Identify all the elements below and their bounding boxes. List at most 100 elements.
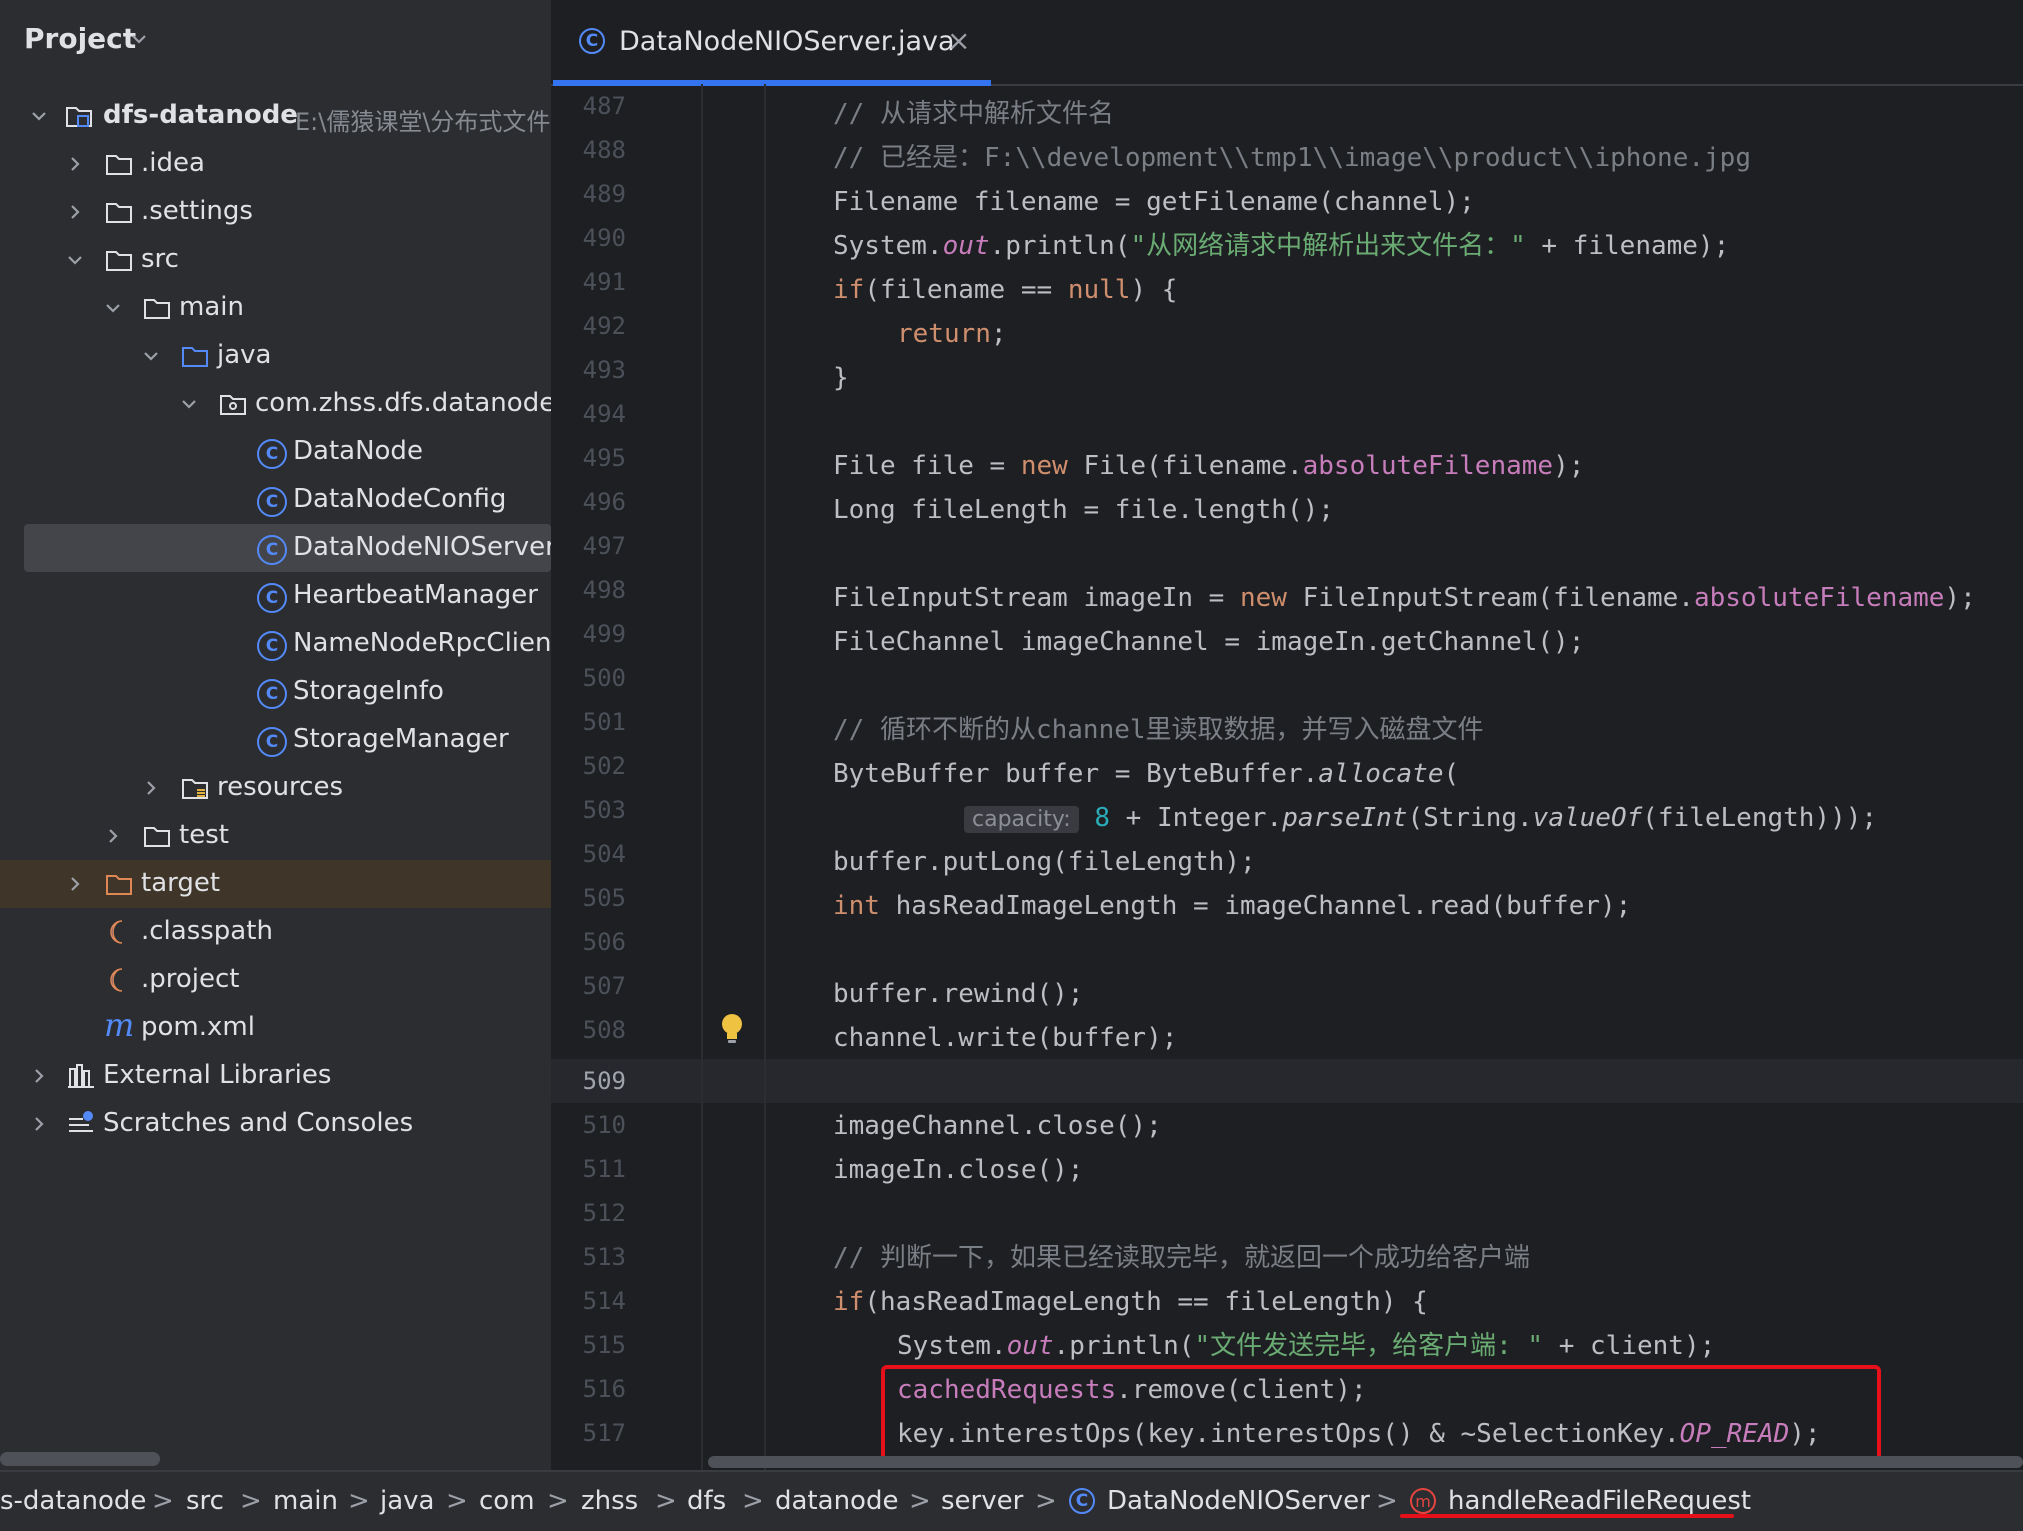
tree-item-java[interactable]: java: [0, 332, 551, 380]
tree-item-class[interactable]: C StorageManager: [0, 716, 551, 764]
code-line-493[interactable]: }: [833, 356, 849, 400]
line-number: 497: [582, 532, 626, 560]
tree-item-src[interactable]: src: [0, 236, 551, 284]
tree-item-label: test: [179, 820, 229, 850]
tree-item-class[interactable]: C DataNode: [0, 428, 551, 476]
tree-item-resources[interactable]: resources: [0, 764, 551, 812]
line-number: 515: [582, 1331, 626, 1359]
breadcrumb-item[interactable]: handleReadFileRequest: [1448, 1486, 1751, 1516]
code-token-method: allocate: [1318, 759, 1444, 789]
tab-datanodenioserver-java[interactable]: C DataNodeNIOServer.java ×: [551, 0, 991, 86]
code-line-499[interactable]: FileChannel imageChannel = imageIn.getCh…: [833, 620, 1584, 664]
line-number: 495: [582, 444, 626, 472]
code-line-515[interactable]: System.out.println("文件发送完毕，给客户端: " + cli…: [897, 1324, 1715, 1368]
code-token-keyword: return: [897, 319, 991, 349]
code-line-491[interactable]: if(filename == null) {: [833, 268, 1177, 312]
chevron-down-icon[interactable]: [140, 345, 162, 367]
line-number: 510: [582, 1111, 626, 1139]
class-icon: C: [579, 28, 605, 54]
tree-item-idea[interactable]: .idea: [0, 140, 551, 188]
chevron-right-icon[interactable]: [64, 153, 86, 175]
code-line-511[interactable]: imageIn.close();: [833, 1148, 1083, 1192]
code-line-508[interactable]: channel.write(buffer);: [833, 1016, 1177, 1060]
breadcrumb-item[interactable]: com: [479, 1486, 535, 1516]
chevron-right-icon[interactable]: [140, 777, 162, 799]
maven-icon: m: [104, 1006, 135, 1044]
tree-item-label: External Libraries: [103, 1060, 332, 1090]
tree-item-target[interactable]: target: [0, 860, 551, 908]
chevron-down-icon[interactable]: [64, 249, 86, 271]
chevron-down-icon[interactable]: [102, 297, 124, 319]
breadcrumb-item[interactable]: DataNodeNIOServer: [1107, 1486, 1370, 1516]
folder-icon: [106, 251, 132, 271]
folder-icon: [106, 203, 132, 223]
breadcrumb-item[interactable]: java: [380, 1486, 434, 1516]
tree-item-class[interactable]: C NameNodeRpcClient: [0, 620, 551, 668]
breadcrumb-item[interactable]: s-datanode: [0, 1486, 146, 1516]
chevron-right-icon[interactable]: [102, 825, 124, 847]
code-line-505[interactable]: int hasReadImageLength = imageChannel.re…: [833, 884, 1631, 928]
code-line-507[interactable]: buffer.rewind();: [833, 972, 1083, 1016]
project-panel-header[interactable]: Project: [0, 0, 551, 84]
code-line-489[interactable]: Filename filename = getFilename(channel)…: [833, 180, 1475, 224]
code-line-490[interactable]: System.out.println("从网络请求中解析出来文件名：" + fi…: [833, 224, 1729, 268]
breadcrumb-item[interactable]: src: [186, 1486, 224, 1516]
code-line-492[interactable]: return;: [897, 312, 1007, 356]
class-icon: C: [257, 439, 287, 469]
code-line-487[interactable]: // 从请求中解析文件名: [833, 92, 1114, 136]
tree-item-external-libraries[interactable]: External Libraries: [0, 1052, 551, 1100]
code-line-488[interactable]: // 已经是：F:\\development\\tmp1\\image\\pro…: [833, 136, 1751, 180]
chevron-down-icon[interactable]: [128, 28, 150, 50]
line-number: 493: [582, 356, 626, 384]
line-number: 498: [582, 576, 626, 604]
tree-item-pom[interactable]: m pom.xml: [0, 1004, 551, 1052]
horizontal-scrollbar[interactable]: [708, 1456, 2023, 1468]
chevron-right-icon[interactable]: [28, 1065, 50, 1087]
tree-item-class-selected[interactable]: C DataNodeNIOServer: [24, 524, 551, 572]
project-panel-title[interactable]: Project: [24, 22, 136, 55]
breadcrumb-item[interactable]: zhss: [581, 1486, 638, 1516]
tab-label: DataNodeNIOServer.java: [619, 26, 955, 57]
code-line-501[interactable]: // 循环不断的从channel里读取数据，并写入磁盘文件: [833, 708, 1484, 752]
chevron-right-icon[interactable]: [28, 1113, 50, 1135]
tree-item-project-file[interactable]: .project: [0, 956, 551, 1004]
tree-item-main[interactable]: main: [0, 284, 551, 332]
code-line-503[interactable]: capacity: 8 + Integer.parseInt(String.va…: [964, 796, 1877, 840]
class-icon: C: [1069, 1488, 1095, 1514]
code-line-496[interactable]: Long fileLength = file.length();: [833, 488, 1334, 532]
tree-item-classpath[interactable]: .classpath: [0, 908, 551, 956]
breadcrumb-separator: >: [348, 1486, 370, 1516]
lightbulb-icon[interactable]: [719, 1012, 745, 1046]
chevron-down-icon[interactable]: [178, 393, 200, 415]
breadcrumb-item[interactable]: server: [941, 1486, 1023, 1516]
close-icon[interactable]: ×: [947, 24, 970, 57]
line-number-gutter[interactable]: 487 488 489 490 491 492 493 494 495 496 …: [551, 84, 701, 1470]
chevron-right-icon[interactable]: [64, 201, 86, 223]
tree-item-class[interactable]: C DataNodeConfig: [0, 476, 551, 524]
tree-item-class[interactable]: C StorageInfo: [0, 668, 551, 716]
chevron-down-icon[interactable]: [28, 105, 50, 127]
parameter-hint: capacity:: [964, 806, 1079, 833]
tree-item-package[interactable]: com.zhss.dfs.datanode.: [0, 380, 551, 428]
line-number: 512: [582, 1199, 626, 1227]
tree-item-class[interactable]: C HeartbeatManager: [0, 572, 551, 620]
code-line-498[interactable]: FileInputStream imageIn = new FileInputS…: [833, 576, 1976, 620]
code-line-502[interactable]: ByteBuffer buffer = ByteBuffer.allocate(: [833, 752, 1459, 796]
code-editor[interactable]: C DataNodeNIOServer.java × 487 488 489 4…: [551, 0, 2023, 1470]
chevron-right-icon[interactable]: [64, 873, 86, 895]
code-line-513[interactable]: // 判断一下，如果已经读取完毕，就返回一个成功给客户端: [833, 1236, 1530, 1280]
breadcrumb-item[interactable]: datanode: [775, 1486, 898, 1516]
code-line-504[interactable]: buffer.putLong(fileLength);: [833, 840, 1256, 884]
tree-item-label: HeartbeatManager: [293, 580, 538, 610]
code-line-510[interactable]: imageChannel.close();: [833, 1104, 1162, 1148]
tree-item-dfs-datanode[interactable]: dfs-datanode E:\儒猿课堂\分布式文件: [0, 92, 551, 140]
code-line-514[interactable]: if(hasReadImageLength == fileLength) {: [833, 1280, 1428, 1324]
code-line-495[interactable]: File file = new File(filename.absoluteFi…: [833, 444, 1584, 488]
horizontal-scrollbar[interactable]: [0, 1452, 160, 1466]
eclipse-file-icon: [110, 920, 123, 944]
tree-item-test[interactable]: test: [0, 812, 551, 860]
breadcrumb-item[interactable]: main: [273, 1486, 338, 1516]
tree-item-settings[interactable]: .settings: [0, 188, 551, 236]
breadcrumb-item[interactable]: dfs: [687, 1486, 726, 1516]
tree-item-scratches[interactable]: Scratches and Consoles: [0, 1100, 551, 1148]
